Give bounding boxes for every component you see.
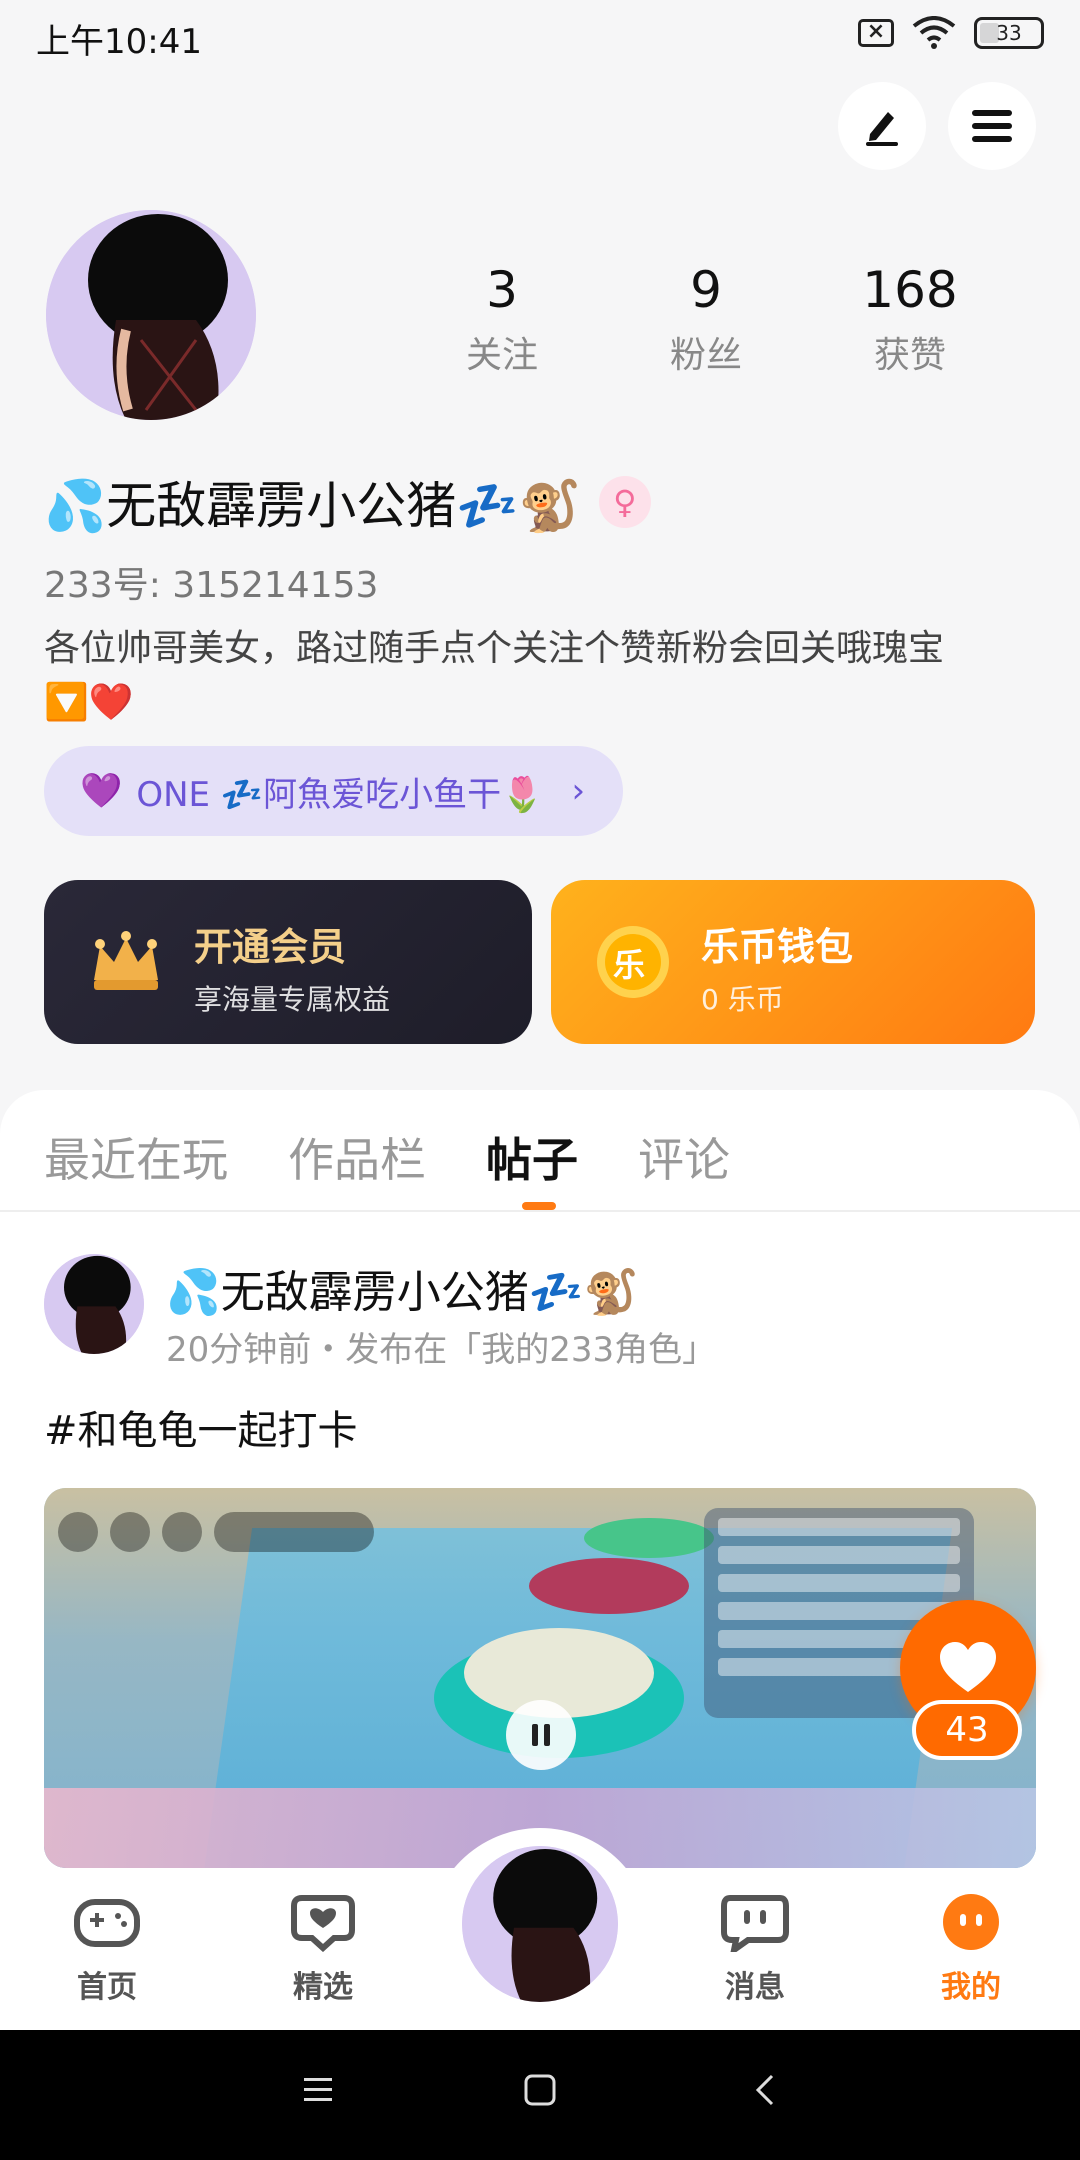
- profile-face-icon: [943, 1894, 999, 1950]
- nav-label: 精选: [293, 1970, 353, 2005]
- like-count: 43: [912, 1700, 1022, 1760]
- nav-home[interactable]: 首页: [32, 1892, 182, 2006]
- status-bar: 上午10:41 × 33: [0, 0, 1080, 66]
- wallet-card-title: 乐币钱包: [701, 925, 854, 969]
- status-time: 上午10:41: [36, 22, 202, 62]
- stat-value: 168: [862, 261, 958, 319]
- back-icon[interactable]: [748, 2068, 784, 2119]
- profile-tabs: 最近在玩 作品栏 帖子 评论: [44, 1124, 730, 1190]
- tab-comments[interactable]: 评论: [638, 1124, 730, 1190]
- profile-name-row: 💦无敌霹雳小公猪💤🐒 ♀: [44, 466, 651, 538]
- rank-row: [718, 1518, 960, 1536]
- video-scene-platform: [529, 1558, 689, 1614]
- wallet-card-subtitle: 0 乐币: [701, 983, 784, 1016]
- nav-label: 首页: [77, 1970, 137, 2005]
- nav-center-avatar[interactable]: [462, 1846, 618, 2002]
- rank-row: [718, 1574, 960, 1592]
- wifi-icon: [912, 16, 956, 49]
- profile-name: 💦无敌霹雳小公猪💤🐒: [44, 477, 581, 535]
- avatar-illustration: [46, 210, 256, 420]
- purple-heart-icon: 💜: [80, 771, 123, 811]
- vip-membership-card[interactable]: 开通会员 享海量专属权益: [44, 880, 532, 1044]
- game-ui-button: [162, 1512, 202, 1552]
- battery-level: 33: [996, 21, 1022, 45]
- home-icon[interactable]: [522, 2068, 558, 2119]
- nav-label: 消息: [725, 1970, 785, 2005]
- profile-bio: 各位帅哥美女，路过随手点个关注个赞新粉会回关哦瑰宝🔽❤️: [44, 628, 945, 723]
- menu-button[interactable]: [948, 82, 1036, 170]
- post-meta: 20分钟前・发布在「我的233角色」: [166, 1330, 717, 1370]
- female-gender-icon: ♀: [598, 476, 651, 528]
- nav-label: 我的: [941, 1970, 1001, 2005]
- tab-recently-played[interactable]: 最近在玩: [44, 1124, 228, 1190]
- rank-row: [718, 1546, 960, 1564]
- tab-works[interactable]: 作品栏: [288, 1124, 426, 1190]
- status-icons: × 33: [858, 16, 1044, 50]
- wallet-card[interactable]: 乐 乐币钱包 0 乐币: [551, 880, 1035, 1044]
- nav-featured[interactable]: 精选: [248, 1892, 398, 2006]
- nav-me[interactable]: 我的: [896, 1892, 1046, 2006]
- video-game-toolbar: [58, 1512, 374, 1552]
- system-navigation-bar: [0, 2030, 1080, 2160]
- tab-posts[interactable]: 帖子: [486, 1124, 578, 1190]
- stat-followers[interactable]: 9 粉丝: [604, 258, 808, 378]
- pencil-icon: [866, 112, 898, 146]
- heart-icon: [940, 1642, 996, 1692]
- video-scene-platform: [584, 1518, 714, 1558]
- post-text[interactable]: #和龟龟一起打卡: [44, 1398, 358, 1456]
- stat-likes[interactable]: 168 获赞: [808, 258, 1012, 378]
- profile-stats: 3 关注 9 粉丝 168 获赞: [400, 258, 1012, 378]
- vip-card-subtitle: 享海量专属权益: [194, 983, 391, 1016]
- post-author-avatar[interactable]: [44, 1254, 144, 1354]
- stat-value: 3: [486, 261, 518, 319]
- hamburger-icon: [972, 110, 1012, 142]
- no-sim-icon: ×: [858, 19, 894, 47]
- avatar-illustration: [44, 1254, 144, 1354]
- chevron-right-icon: ›: [571, 771, 586, 811]
- game-ui-button: [110, 1512, 150, 1552]
- gamepad-icon: [74, 1899, 140, 1947]
- stat-following[interactable]: 3 关注: [400, 258, 604, 378]
- active-tab-indicator: [522, 1202, 556, 1210]
- crown-icon: [94, 931, 158, 990]
- pause-button[interactable]: [506, 1700, 576, 1770]
- game-ui-button: [58, 1512, 98, 1552]
- post-author-name[interactable]: 💦无敌霹雳小公猪💤🐒: [166, 1256, 638, 1320]
- nav-messages[interactable]: 消息: [680, 1892, 830, 2006]
- profile-avatar[interactable]: [46, 210, 256, 420]
- stat-label: 粉丝: [669, 335, 742, 376]
- game-ui-chip: [214, 1512, 374, 1552]
- message-icon: [721, 1895, 789, 1957]
- pause-icon: [532, 1724, 550, 1746]
- coin-char: 乐: [613, 946, 646, 984]
- battery-icon: 33: [974, 17, 1044, 49]
- pair-tag-pill[interactable]: 💜 ONE 💤阿魚爱吃小鱼干🌷 ›: [44, 746, 624, 836]
- stat-value: 9: [690, 261, 722, 319]
- stat-label: 获赞: [873, 335, 946, 376]
- post-video[interactable]: [44, 1488, 1036, 1868]
- edit-profile-button[interactable]: [838, 82, 926, 170]
- user-id: 233号: 315214153: [44, 565, 379, 606]
- tab-divider: [0, 1210, 1080, 1212]
- vip-card-title: 开通会员: [194, 925, 347, 969]
- stat-label: 关注: [465, 335, 538, 376]
- recent-apps-icon[interactable]: [300, 2068, 336, 2119]
- avatar-illustration: [462, 1846, 618, 2002]
- pair-tag-text: ONE 💤阿魚爱吃小鱼干🌷: [136, 774, 544, 815]
- heart-chat-icon: [291, 1895, 355, 1953]
